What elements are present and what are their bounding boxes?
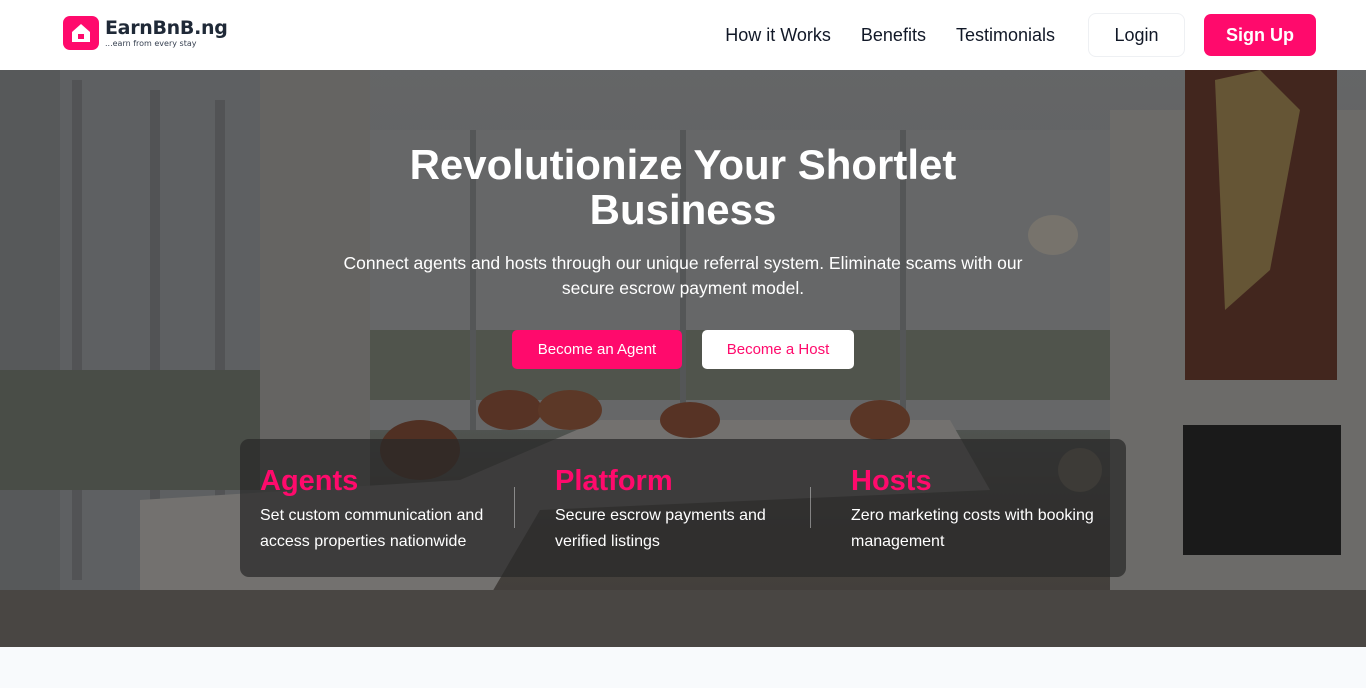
next-section-edge bbox=[0, 647, 1366, 688]
nav-link-benefits[interactable]: Benefits bbox=[861, 25, 926, 46]
feature-title: Agents bbox=[260, 465, 359, 497]
hero-subtitle: Connect agents and hosts through our uni… bbox=[343, 253, 1023, 298]
navbar: EarnBnB.ng ...earn from every stay How i… bbox=[0, 0, 1366, 70]
feature-description: Zero marketing costs with booking manage… bbox=[851, 507, 1094, 550]
nav-menu: How it Works Benefits Testimonials Login… bbox=[725, 13, 1316, 57]
feature-description: Set custom communication and access prop… bbox=[260, 507, 484, 550]
feature-platform: Platform Secure escrow payments and veri… bbox=[555, 463, 805, 555]
feature-agents: Agents Set custom communication and acce… bbox=[260, 463, 510, 555]
feature-description: Secure escrow payments and verified list… bbox=[555, 507, 766, 550]
signup-button[interactable]: Sign Up bbox=[1204, 14, 1316, 56]
feature-hosts: Hosts Zero marketing costs with booking … bbox=[851, 463, 1101, 555]
house-icon bbox=[63, 16, 99, 50]
brand-tagline: ...earn from every stay bbox=[105, 38, 197, 48]
nav-link-how-it-works[interactable]: How it Works bbox=[725, 25, 831, 46]
brand-logo[interactable]: EarnBnB.ng ...earn from every stay bbox=[63, 16, 228, 50]
feature-divider bbox=[810, 487, 811, 528]
feature-title: Platform bbox=[555, 465, 673, 497]
login-button[interactable]: Login bbox=[1088, 13, 1185, 57]
features-panel: Agents Set custom communication and acce… bbox=[240, 439, 1126, 577]
become-host-button[interactable]: Become a Host bbox=[702, 330, 854, 369]
nav-link-testimonials[interactable]: Testimonials bbox=[956, 25, 1055, 46]
feature-title: Hosts bbox=[851, 465, 932, 497]
hero-title: Revolutionize Your Shortlet Business bbox=[409, 141, 957, 233]
brand-name: EarnBnB.ng bbox=[105, 16, 228, 39]
feature-divider bbox=[514, 487, 515, 528]
become-agent-button[interactable]: Become an Agent bbox=[512, 330, 682, 369]
hero-section: Revolutionize Your Shortlet Business Con… bbox=[0, 70, 1366, 647]
